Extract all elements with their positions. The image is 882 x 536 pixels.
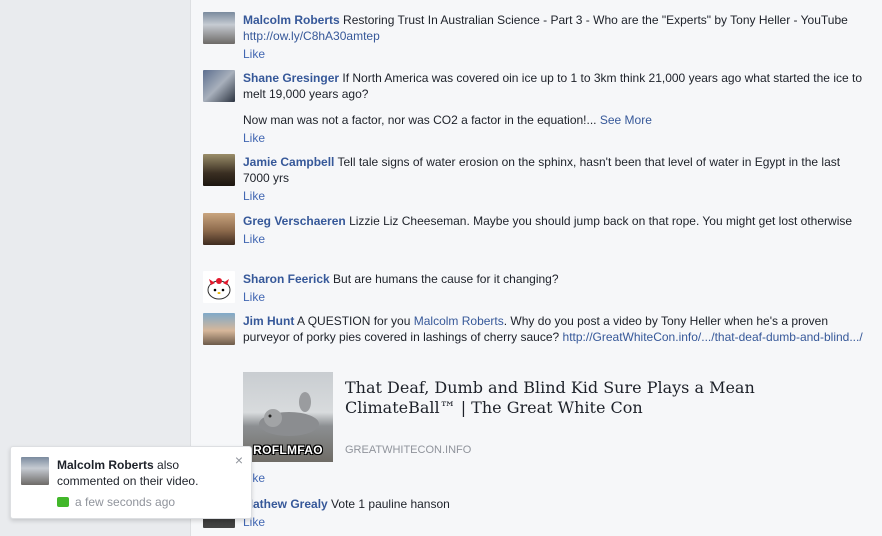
- comment-text: Vote 1 pauline hanson: [331, 497, 450, 511]
- like-button[interactable]: Like: [243, 289, 863, 305]
- avatar[interactable]: [203, 154, 235, 186]
- comment-text: A QUESTION for you: [297, 314, 411, 328]
- notification-time: a few seconds ago: [57, 495, 175, 509]
- comment-icon: [57, 497, 69, 507]
- avatar[interactable]: [203, 213, 235, 245]
- like-button[interactable]: Like: [243, 231, 863, 247]
- comment-author[interactable]: Greg Verschaeren: [243, 214, 346, 228]
- comment-text: Lizzie Liz Cheeseman. Maybe you should j…: [349, 214, 853, 228]
- like-button[interactable]: Like: [243, 188, 863, 204]
- avatar[interactable]: [203, 271, 235, 303]
- notification-popup[interactable]: Malcolm Roberts also commented on their …: [10, 446, 252, 519]
- comment-feed: Malcolm Roberts Restoring Trust In Austr…: [190, 0, 882, 536]
- comment-text-continued: Now man was not a factor, nor was CO2 a …: [243, 113, 597, 127]
- link-preview[interactable]: ROFLMFAO That Deaf, Dumb and Blind Kid S…: [243, 372, 843, 462]
- comment-author[interactable]: Malcolm Roberts: [243, 13, 340, 27]
- see-more-link[interactable]: See More: [600, 113, 652, 127]
- mention-link[interactable]: Malcolm Roberts: [414, 314, 504, 328]
- close-icon[interactable]: ×: [235, 453, 243, 467]
- avatar[interactable]: [203, 70, 235, 102]
- comment-author[interactable]: Sharon Feerick: [243, 272, 330, 286]
- comment-author[interactable]: Jim Hunt: [243, 314, 294, 328]
- notification-author: Malcolm Roberts: [57, 458, 154, 472]
- like-button[interactable]: Like: [243, 130, 863, 146]
- preview-title[interactable]: That Deaf, Dumb and Blind Kid Sure Plays…: [345, 378, 825, 418]
- like-button[interactable]: Like: [243, 514, 863, 530]
- like-button[interactable]: Like: [243, 470, 863, 486]
- comment-author[interactable]: Mathew Grealy: [243, 497, 328, 511]
- comment-text: But are humans the cause for it changing…: [333, 272, 559, 286]
- notification-timestamp: a few seconds ago: [75, 495, 176, 509]
- comment-author[interactable]: Jamie Campbell: [243, 155, 334, 169]
- preview-domain: GREATWHITECON.INFO: [345, 444, 472, 456]
- comment-link[interactable]: http://ow.ly/C8hA30amtep: [243, 29, 380, 43]
- notification-avatar: [21, 457, 49, 485]
- comment-author[interactable]: Shane Gresinger: [243, 71, 339, 85]
- comment-link[interactable]: http://GreatWhiteCon.info/.../that-deaf-…: [563, 330, 863, 344]
- comment-text: Restoring Trust In Australian Science - …: [343, 13, 848, 27]
- preview-image-caption: ROFLMFAO: [253, 443, 323, 457]
- avatar[interactable]: [203, 12, 235, 44]
- preview-image[interactable]: ROFLMFAO: [243, 372, 333, 462]
- like-button[interactable]: Like: [243, 46, 863, 62]
- avatar[interactable]: [203, 313, 235, 345]
- notification-text: Malcolm Roberts also commented on their …: [57, 457, 227, 489]
